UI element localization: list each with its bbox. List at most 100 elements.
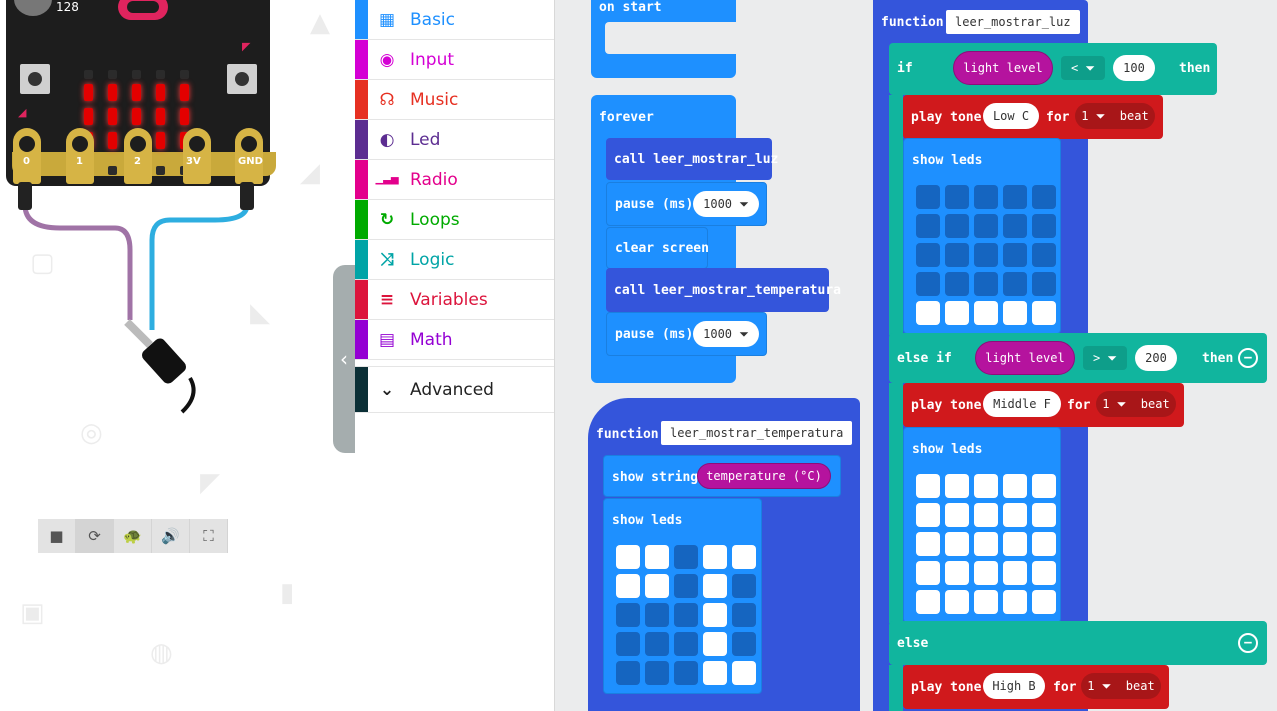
toolbox-category-led[interactable]: ◐ Led (355, 120, 554, 160)
led-cell[interactable] (1003, 272, 1027, 296)
led-cell[interactable] (1003, 474, 1027, 498)
led-cell[interactable] (1003, 214, 1027, 238)
compare-value[interactable]: 200 (1135, 345, 1177, 371)
led-cell[interactable] (703, 545, 727, 569)
pause-block-2[interactable]: pause (ms) 1000 ⏷ (606, 312, 767, 356)
led-cell[interactable] (945, 561, 969, 585)
led-cell[interactable] (732, 545, 756, 569)
led-cell[interactable] (1032, 185, 1056, 209)
led-cell[interactable] (1032, 590, 1056, 614)
led-cell[interactable] (1032, 214, 1056, 238)
clear-screen-block[interactable]: clear screen (606, 227, 709, 269)
show-leds-block-1[interactable]: show leds (903, 138, 1061, 334)
restart-icon[interactable]: ⟳ (76, 519, 114, 553)
toolbox-category-loops[interactable]: ↻ Loops (355, 200, 554, 240)
led-cell[interactable] (674, 603, 698, 627)
led-cell[interactable] (732, 661, 756, 685)
led-cell[interactable] (616, 603, 640, 627)
led-cell[interactable] (1032, 474, 1056, 498)
show-leds-block-2[interactable]: show leds (903, 427, 1061, 623)
string-value-pill[interactable]: temperature (°C) (697, 463, 831, 489)
led-cell[interactable] (674, 574, 698, 598)
call-temperatura-block[interactable]: call leer_mostrar_temperatura (606, 268, 841, 312)
compare-op-dropdown[interactable]: > ⏷ (1083, 346, 1127, 370)
temperature-slider[interactable] (14, 0, 52, 16)
led-cell[interactable] (916, 214, 940, 238)
led-cell[interactable] (945, 301, 969, 325)
led-grid[interactable] (916, 474, 1056, 614)
led-cell[interactable] (916, 590, 940, 614)
led-cell[interactable] (945, 272, 969, 296)
show-leds-temp-block[interactable]: show leds (603, 498, 762, 694)
led-cell[interactable] (616, 545, 640, 569)
led-cell[interactable] (974, 301, 998, 325)
led-cell[interactable] (674, 632, 698, 656)
led-cell[interactable] (703, 574, 727, 598)
if-block[interactable]: if light level < ⏷ 100 then (889, 43, 1217, 95)
led-cell[interactable] (916, 243, 940, 267)
beat-dropdown[interactable]: 1 ⏷ beat (1075, 103, 1155, 129)
toolbox-category-radio[interactable]: ▁▃▅ Radio (355, 160, 554, 200)
led-cell[interactable] (703, 661, 727, 685)
led-cell[interactable] (974, 272, 998, 296)
led-cell[interactable] (916, 561, 940, 585)
on-start-block[interactable]: on start (591, 0, 736, 78)
led-cell[interactable] (1003, 532, 1027, 556)
toolbox-category-music[interactable]: ☊ Music (355, 80, 554, 120)
function-name-field[interactable]: leer_mostrar_luz (946, 10, 1080, 34)
led-cell[interactable] (1032, 532, 1056, 556)
led-cell[interactable] (974, 590, 998, 614)
toolbox-advanced[interactable]: ⌄ Advanced (355, 366, 554, 413)
led-cell[interactable] (616, 574, 640, 598)
led-cell[interactable] (1003, 503, 1027, 527)
led-cell[interactable] (674, 661, 698, 685)
led-cell[interactable] (645, 545, 669, 569)
pause-value-dropdown[interactable]: 1000 ⏷ (693, 191, 759, 217)
led-cell[interactable] (732, 632, 756, 656)
sound-icon[interactable]: 🔊 (152, 519, 190, 553)
led-cell[interactable] (645, 603, 669, 627)
led-cell[interactable] (1032, 503, 1056, 527)
led-cell[interactable] (732, 603, 756, 627)
led-cell[interactable] (945, 474, 969, 498)
toolbox-category-logic[interactable]: ⤨ Logic (355, 240, 554, 280)
button-b[interactable] (227, 64, 257, 94)
led-cell[interactable] (732, 574, 756, 598)
led-cell[interactable] (974, 474, 998, 498)
led-cell[interactable] (674, 545, 698, 569)
led-grid[interactable] (916, 185, 1056, 325)
led-cell[interactable] (1003, 243, 1027, 267)
led-cell[interactable] (916, 301, 940, 325)
led-cell[interactable] (974, 185, 998, 209)
else-if-row[interactable]: else if light level > ⏷ 200 then − (889, 333, 1267, 383)
led-cell[interactable] (974, 503, 998, 527)
function-name-field[interactable]: leer_mostrar_temperatura (661, 421, 853, 445)
remove-else-icon[interactable]: − (1238, 633, 1258, 653)
led-cell[interactable] (1003, 561, 1027, 585)
led-cell[interactable] (974, 532, 998, 556)
led-cell[interactable] (645, 574, 669, 598)
pause-block-1[interactable]: pause (ms) 1000 ⏷ (606, 182, 767, 226)
led-cell[interactable] (974, 561, 998, 585)
pause-value-dropdown[interactable]: 1000 ⏷ (693, 321, 759, 347)
led-cell[interactable] (916, 474, 940, 498)
light-level-pill[interactable]: light level (953, 51, 1053, 85)
tone-note-pill[interactable]: Middle F (983, 391, 1061, 417)
led-cell[interactable] (974, 214, 998, 238)
beat-dropdown[interactable]: 1 ⏷ beat (1081, 673, 1161, 699)
led-cell[interactable] (1003, 185, 1027, 209)
led-cell[interactable] (916, 272, 940, 296)
led-cell[interactable] (1003, 301, 1027, 325)
tone-note-pill[interactable]: Low C (983, 103, 1039, 129)
blocks-workspace[interactable]: on start forever call leer_mostrar_luz p… (555, 0, 1277, 711)
led-cell[interactable] (1032, 272, 1056, 296)
play-tone-block-3[interactable]: play tone High B for 1 ⏷ beat (903, 665, 1169, 709)
toolbox-category-math[interactable]: ▤ Math (355, 320, 554, 360)
led-cell[interactable] (945, 532, 969, 556)
led-cell[interactable] (1032, 243, 1056, 267)
else-row[interactable]: else − (889, 621, 1267, 665)
toolbox-category-variables[interactable]: ≡ Variables (355, 280, 554, 320)
led-cell[interactable] (1003, 590, 1027, 614)
call-luz-block[interactable]: call leer_mostrar_luz (606, 138, 778, 180)
toolbox-category-input[interactable]: ◉ Input (355, 40, 554, 80)
